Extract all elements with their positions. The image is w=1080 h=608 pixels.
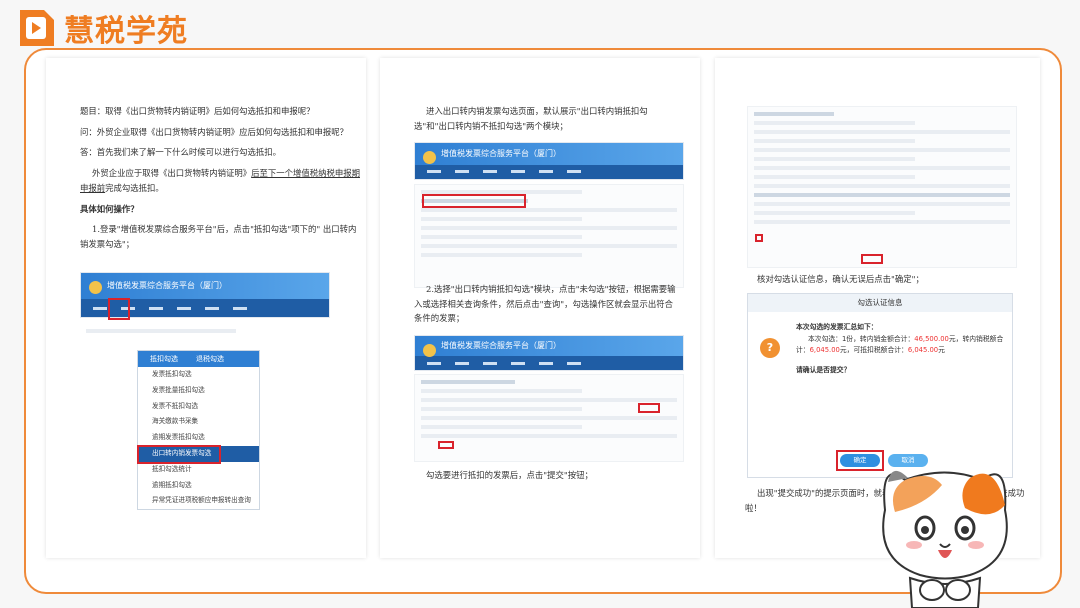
question-icon: ?: [760, 338, 780, 358]
step2-text: 2.选择"出口转内销抵扣勾选"模块，点击"未勾选"按钮，根据需要输入或选择相关查…: [414, 284, 676, 324]
portal-header: 增值税发票综合服务平台（厦门）: [81, 273, 329, 300]
menu-item[interactable]: 逾期抵扣勾选: [138, 478, 259, 494]
summary-line: 本次勾选：1份，转内销金额合计：46,500.00元，转内销税额合计：6,045…: [796, 334, 1006, 357]
tax-emblem-icon: [423, 151, 436, 164]
tax-emblem-icon: [89, 281, 102, 294]
menu-header: 抵扣勾选 退税勾选: [138, 351, 259, 367]
confirm-question: 请确认是否提交？: [796, 365, 851, 374]
portal-header: 增值税发票综合服务平台（厦门）: [415, 143, 683, 165]
intro-text: 进入出口转内销发票勾选页面，默认展示"出口转内销抵扣勾选"和"出口转内销不抵扣勾…: [414, 106, 648, 131]
highlight-export-item: [137, 445, 221, 464]
portal-header: 增值税发票综合服务平台（厦门）: [415, 336, 683, 357]
dialog-body: 本次勾选的发票汇总如下： 本次勾选：1份，转内销金额合计：46,500.00 元，…: [796, 322, 1006, 376]
play-logo-icon: [20, 10, 54, 46]
summary-pre: 本次勾选：1份，转内销金额合计：: [808, 334, 915, 343]
panel1-text: 题目：取得《出口货物转内销证明》后如何勾选抵扣和申报呢？ 问：外贸企业取得《出口…: [80, 104, 360, 258]
tax-emblem-icon: [423, 344, 436, 357]
highlight-deduction-menu: [108, 298, 130, 320]
panel-steps: 进入出口转内销发票勾选页面，默认展示"出口转内销抵扣勾选"和"出口转内销不抵扣勾…: [380, 58, 700, 558]
unit-yuan: 元: [938, 346, 945, 355]
brand-name: 慧税学苑: [64, 14, 188, 49]
portal-screenshot-3: 增值税发票综合服务平台（厦门）: [414, 335, 684, 371]
howto-heading: 具体如何操作？: [80, 203, 139, 214]
portal-nav: [415, 356, 683, 370]
query-form-mock-2: [414, 374, 684, 462]
checkbox-list-mock: [747, 106, 1017, 268]
highlight-submit-button: [861, 254, 883, 264]
deductible-value: 6,045.00: [907, 346, 939, 355]
menu-tab-refund[interactable]: 退税勾选: [196, 353, 224, 365]
cat-mascot-icon: [882, 470, 1008, 608]
highlight-unchecked-button: [438, 441, 454, 449]
timing-post: 完成勾选抵扣。: [105, 182, 164, 193]
confirm-text: 核对勾选认证信息，确认无误后点击"确定"；: [757, 274, 924, 284]
panel-question: 题目：取得《出口货物转内销证明》后如何勾选抵扣和申报呢？ 问：外贸企业取得《出口…: [46, 58, 366, 558]
highlight-query-button: [638, 403, 660, 413]
highlight-checkbox: [755, 234, 763, 242]
summary-mid2: 元，可抵扣税额合计：: [839, 346, 908, 355]
dialog-title: 勾选认证信息: [748, 294, 1012, 312]
menu-item[interactable]: 逾期发票抵扣勾选: [138, 430, 259, 446]
menu-item[interactable]: 海关缴款书采集: [138, 414, 259, 430]
deduction-dropdown-menu: 抵扣勾选 退税勾选 发票抵扣勾选 发票批量抵扣勾选 发票不抵扣勾选 海关缴款书采…: [137, 350, 260, 510]
portal-screenshot-2: 增值税发票综合服务平台（厦门）: [414, 142, 684, 180]
portal-nav: [415, 164, 683, 179]
step3-text: 勾选要进行抵扣的发票后，点击"提交"按钮；: [426, 470, 593, 480]
menu-tab-deduction[interactable]: 抵扣勾选: [150, 353, 178, 365]
portal-breadcrumb-row: [80, 324, 330, 338]
amount-value: 46,500.00: [914, 334, 949, 343]
menu-item[interactable]: 抵扣勾选统计: [138, 462, 259, 478]
summary-title: 本次勾选的发票汇总如下：: [796, 323, 878, 331]
answer-text: 答：首先我们来了解一下什么时候可以进行勾选抵扣。: [80, 147, 281, 158]
question-title: 题目：取得《出口货物转内销证明》后如何勾选抵扣和申报呢？: [80, 106, 315, 116]
menu-item[interactable]: 发票抵扣勾选: [138, 367, 259, 383]
brand-logo: 慧税学苑: [14, 6, 188, 50]
timing-pre: 外贸企业应于取得《出口货物转内销证明》: [92, 168, 252, 179]
highlight-export-tab: [422, 194, 526, 208]
menu-item[interactable]: 发票批量抵扣勾选: [138, 383, 259, 399]
timing-paragraph: 外贸企业应于取得《出口货物转内销证明》后至下一个增值税纳税申报期申报前完成勾选抵…: [80, 166, 360, 195]
ask-text: 问：外贸企业取得《出口货物转内销证明》应后如何勾选抵扣和申报呢？: [80, 126, 348, 137]
menu-item[interactable]: 异常凭证进项税额应申报转出查询: [138, 493, 259, 509]
menu-item[interactable]: 发票不抵扣勾选: [138, 399, 259, 415]
tax-value: 6,045.00: [809, 346, 840, 355]
step1-text: 1.登录"增值税发票综合服务平台"后，点击"抵扣勾选"项下的" 出口转内销发票勾…: [80, 224, 357, 249]
